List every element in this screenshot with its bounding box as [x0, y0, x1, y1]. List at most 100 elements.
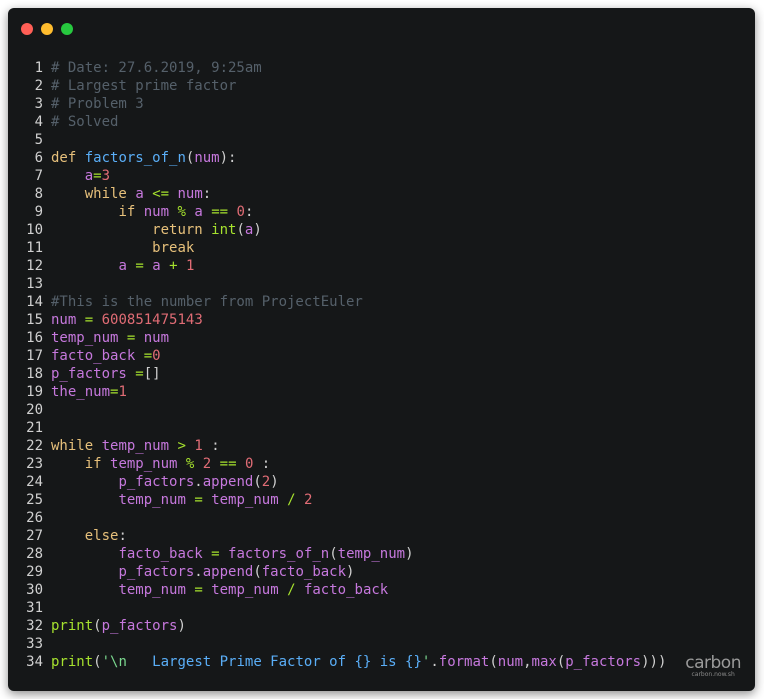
code-token: temp_num	[211, 582, 279, 598]
code-line: 3 # Problem 3	[8, 95, 666, 113]
carbon-watermark[interactable]: carbon carbon.now.sh	[685, 655, 741, 679]
code-token: temp_num	[118, 582, 186, 598]
code-token: a	[194, 204, 203, 220]
code-token: ,	[523, 654, 532, 670]
code-token: <=	[152, 186, 170, 202]
close-button[interactable]	[21, 23, 33, 35]
code-token: >	[177, 438, 186, 454]
code-token: .	[430, 654, 439, 670]
code-token: ):	[219, 150, 237, 166]
code-line: 15 num = 600851475143	[8, 311, 666, 329]
code-token: temp_num	[101, 438, 170, 454]
code-line: 33	[8, 635, 666, 653]
code-token: =	[194, 492, 203, 508]
code-token: if	[84, 456, 102, 472]
code-token: (	[329, 546, 338, 562]
code-token: while	[51, 438, 94, 454]
code-line: 30 temp_num = temp_num / facto_back	[8, 581, 666, 599]
line-number: 28	[26, 546, 43, 562]
code-token: p_factors	[118, 474, 195, 490]
code-line: 29 p_factors.append(facto_back)	[8, 563, 666, 581]
code-line: 5	[8, 131, 666, 149]
code-token: 3	[101, 168, 111, 184]
line-number: 16	[26, 330, 43, 346]
code-token: print	[51, 654, 94, 670]
code-line: 24 p_factors.append(2)	[8, 473, 666, 491]
line-source: if num % a == 0:	[43, 203, 253, 221]
code-line: 12 a = a + 1	[8, 257, 666, 275]
code-token: p_factors	[118, 564, 195, 580]
line-number: 7	[34, 168, 43, 184]
code-token: (	[236, 222, 245, 238]
code-token: facto_back	[51, 348, 136, 364]
code-token: (	[93, 654, 102, 670]
code-line: 16 temp_num = num	[8, 329, 666, 347]
code-line: 31	[8, 599, 666, 617]
code-token: (	[556, 654, 566, 670]
code-line: 1 # Date: 27.6.2019, 9:25am	[8, 59, 666, 77]
line-source: while a <= num:	[43, 185, 212, 203]
code-line: 20	[8, 401, 666, 419]
line-source: a = a + 1	[43, 257, 194, 275]
maximize-button[interactable]	[61, 23, 73, 35]
code-token: :	[244, 204, 254, 220]
code-token: format	[438, 654, 490, 670]
code-token: ==	[219, 456, 237, 472]
code-token: /	[287, 582, 296, 598]
line-source: temp_num = temp_num / 2	[43, 491, 312, 509]
line-number: 15	[26, 312, 43, 328]
line-number: 27	[26, 528, 43, 544]
line-number: 9	[34, 204, 43, 220]
code-line: 32 print(p_factors)	[8, 617, 666, 635]
line-source: num = 600851475143	[43, 311, 203, 329]
line-number: 30	[26, 582, 43, 598]
code-token: facto_back	[303, 582, 389, 598]
code-token: +	[169, 258, 178, 274]
code-token: the_num	[51, 384, 111, 400]
line-source: temp_num = temp_num / facto_back	[43, 581, 388, 599]
code-token: Largest Prime Factor of {} is {}	[152, 654, 422, 670]
code-token: []	[143, 366, 161, 382]
code-token: =	[143, 348, 153, 364]
line-source: #This is the number from ProjectEuler	[43, 293, 363, 311]
code-token: =	[84, 312, 94, 328]
code-token: append	[202, 474, 254, 490]
code-token: :	[202, 438, 220, 454]
line-number: 13	[26, 276, 43, 292]
code-line: 17 facto_back =0	[8, 347, 666, 365]
code-token: 2	[261, 474, 271, 490]
code-line: 27 else:	[8, 527, 666, 545]
code-token: (	[93, 618, 102, 634]
line-source: p_factors.append(facto_back)	[43, 563, 354, 581]
code-token: num	[194, 150, 220, 166]
code-token: )	[177, 618, 186, 634]
code-token: 1	[118, 384, 127, 400]
line-number: 1	[34, 60, 43, 76]
code-token: 1	[194, 438, 203, 454]
minimize-button[interactable]	[41, 23, 53, 35]
code-token: .	[194, 474, 203, 490]
code-line: 10 return int(a)	[8, 221, 666, 239]
code-line: 18 p_factors =[]	[8, 365, 666, 383]
code-token: 2	[303, 492, 313, 508]
code-line: 4 # Solved	[8, 113, 666, 131]
